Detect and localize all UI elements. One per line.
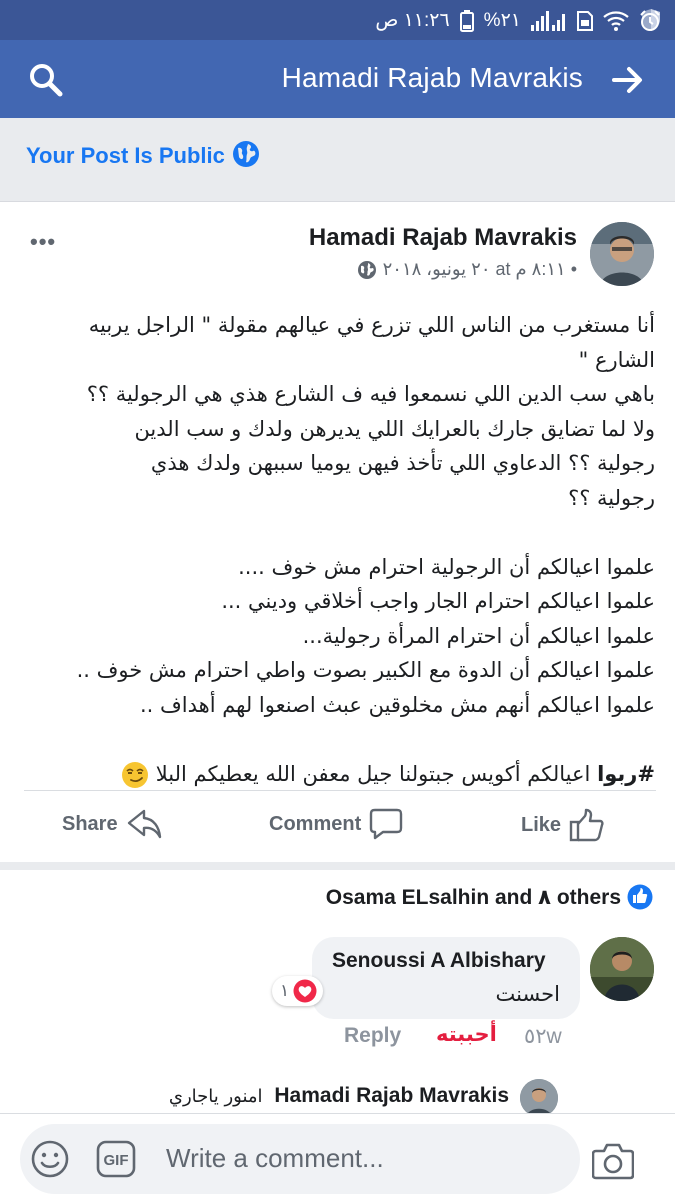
globe-icon [232, 140, 260, 168]
public-globe-icon [357, 260, 377, 280]
post-line: الشارع " [578, 347, 655, 372]
avatar[interactable] [590, 222, 654, 286]
comment-button[interactable]: Comment [269, 808, 403, 840]
post-line: علموا اعيالكم أنهم مش مخلوقين عبث اصنعوا… [139, 692, 655, 717]
comment-icon [370, 808, 403, 840]
time-text: ١١:٢٦ ص [375, 10, 450, 31]
post-line [15, 515, 655, 550]
camera-icon[interactable] [591, 1142, 635, 1180]
header-title: Hamadi Rajab Mavrakis [281, 62, 583, 93]
hashtag-link[interactable]: #ربوا [597, 762, 655, 786]
like-reaction-icon [627, 884, 653, 910]
comment-bubble[interactable]: Senoussi A Albishary احسنت [312, 937, 580, 1019]
divider [24, 790, 656, 791]
smirk-emoji-icon [121, 761, 149, 789]
forward-arrow-icon[interactable] [611, 64, 645, 96]
love-reaction-link[interactable]: أحببته [436, 1022, 497, 1046]
comment-actions: Reply أحببته ٥٢w [344, 1022, 564, 1052]
gif-icon[interactable]: GIF [96, 1140, 136, 1178]
thumbs-up-icon [569, 808, 604, 842]
reply-preview[interactable]: امنور ياجاري Hamadi Rajab Mavrakis [169, 1084, 509, 1108]
share-label: Share [62, 812, 118, 835]
post-line: ولا لما تضايق جارك بالعرايك اللي يديرهن … [134, 416, 655, 441]
battery-percent: %٢١ [483, 10, 521, 31]
heart-icon [293, 979, 317, 1003]
like-label: Like [521, 813, 562, 836]
likes-summary[interactable]: Osama ELsalhin and ٨ others [326, 884, 653, 910]
share-button[interactable]: Share [62, 808, 162, 840]
post-timestamp[interactable]: ٢٠ يونيو، ٢٠١٨ at ٨:١١ م • [383, 259, 577, 280]
post-author[interactable]: Hamadi Rajab Mavrakis [309, 224, 577, 252]
alarm-icon [639, 9, 661, 32]
post-body: أنا مستغرب من الناس اللي تزرع في عيالهم … [15, 308, 655, 791]
sim-icon [577, 10, 593, 31]
post-line: علموا اعيالكم أن الدوة مع الكبير بصوت وا… [76, 658, 655, 682]
public-banner[interactable]: Your Post Is Public [0, 118, 675, 202]
gif-label: GIF [104, 1152, 129, 1169]
status-bar: ١١:٢٦ ص %٢١ [0, 0, 675, 40]
signal-icon [531, 10, 567, 31]
public-banner-text[interactable]: Your Post Is Public [26, 143, 225, 169]
search-icon[interactable] [28, 62, 64, 98]
section-gap [0, 862, 675, 870]
comment-text: احسنت [495, 982, 560, 1006]
post-line: رجولية ؟؟ الدعاوي اللي تأخذ فيهن يوميا س… [150, 451, 655, 475]
likes-text[interactable]: Osama ELsalhin and ٨ others [326, 885, 621, 910]
battery-icon [459, 9, 474, 32]
post-meta: ٢٠ يونيو، ٢٠١٨ at ٨:١١ م • [357, 259, 577, 280]
post-line: علموا اعيالكم احترام الجار واجب أخلاقي و… [221, 589, 655, 613]
reply-avatar[interactable] [520, 1079, 558, 1117]
comment-label: Comment [269, 812, 362, 835]
comment-placeholder[interactable]: Write a comment... [166, 1143, 384, 1174]
like-button[interactable]: Like [521, 808, 605, 842]
reply-text: امنور ياجاري [168, 1086, 263, 1107]
post-line: علموا اعيالكم أن احترام المرأة رجولية... [302, 623, 655, 648]
commenter-avatar[interactable] [590, 937, 654, 1001]
post-actions: Share Comment Like [0, 800, 675, 860]
post-line: باهي سب الدين اللي نسمعوا فيه ف الشارع ه… [86, 382, 655, 406]
comment-composer: GIF Write a comment... [0, 1113, 675, 1200]
status-icons: ١١:٢٦ ص %٢١ [375, 9, 661, 32]
post-line: رجولية ؟؟ [568, 485, 655, 510]
share-icon [127, 809, 161, 839]
top-header: Hamadi Rajab Mavrakis [0, 40, 675, 118]
comment-input-box[interactable]: GIF Write a comment... [20, 1124, 580, 1194]
reaction-count: ١ [280, 981, 290, 1000]
comment-reaction-badge[interactable]: ١ [272, 976, 324, 1006]
post-line: أنا مستغرب من الناس اللي تزرع في عيالهم … [88, 313, 655, 337]
wifi-icon [603, 10, 629, 31]
post-line [15, 722, 655, 757]
post-line: علموا اعيالكم أن الرجولية احترام مش خوف … [238, 554, 655, 579]
post-last-text: اعيالكم أكويس جبتولنا جيل معفن الله يعطي… [155, 761, 598, 786]
emoji-icon[interactable] [30, 1139, 70, 1179]
comment-time: ٥٢w [524, 1025, 562, 1048]
more-options-icon[interactable]: ••• [30, 229, 56, 255]
post-last-line: #ربوا اعيالكم أكويس جبتولنا جيل معفن الل… [15, 757, 655, 792]
commenter-name[interactable]: Senoussi A Albishary [332, 949, 546, 973]
reply-author[interactable]: Hamadi Rajab Mavrakis [274, 1084, 509, 1107]
reply-link[interactable]: Reply [344, 1024, 401, 1048]
